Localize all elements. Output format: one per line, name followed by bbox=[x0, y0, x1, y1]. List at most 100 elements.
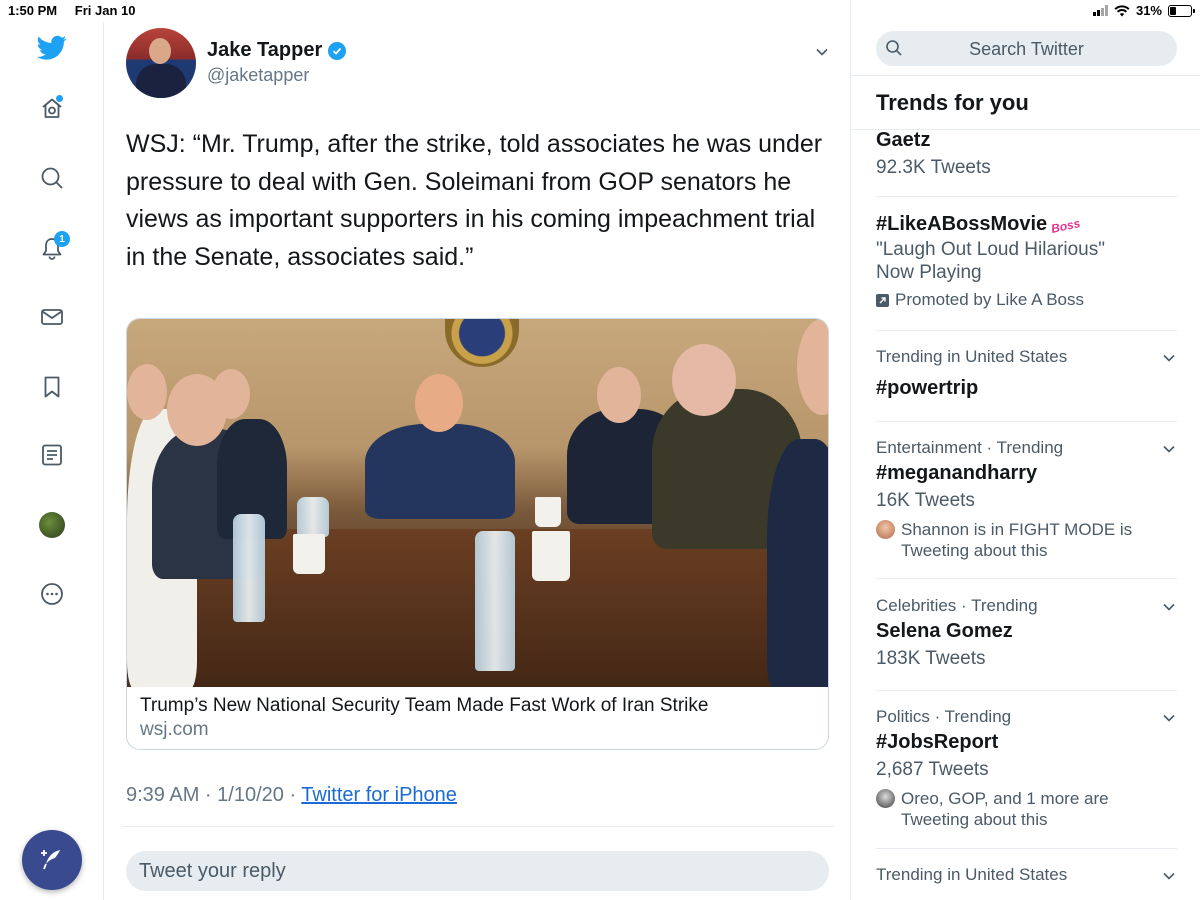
nav-more[interactable] bbox=[32, 574, 72, 614]
presidential-seal bbox=[445, 319, 519, 367]
trend-name: #LikeABossMovie bbox=[876, 213, 1048, 235]
tweet-source-link[interactable]: Twitter for iPhone bbox=[301, 784, 457, 806]
nav-lists[interactable] bbox=[32, 435, 72, 475]
social-line: Oreo, GOP, and 1 more are bbox=[901, 789, 1109, 808]
link-card[interactable]: Trump’s New National Security Team Made … bbox=[126, 318, 829, 750]
tweet-detail: Jake Tapper @jaketapper WSJ: “Mr. Trump,… bbox=[104, 22, 850, 900]
compose-tweet-icon bbox=[41, 850, 60, 870]
chevron-down-icon[interactable] bbox=[1161, 599, 1177, 615]
divider bbox=[876, 330, 1177, 331]
coffee-cup bbox=[293, 534, 325, 574]
twitter-bird-icon bbox=[37, 35, 67, 60]
nav-profile[interactable] bbox=[32, 505, 72, 545]
avatar-face bbox=[149, 38, 171, 64]
social-line: Shannon is in FIGHT MODE is bbox=[901, 520, 1133, 539]
nav-bookmarks[interactable] bbox=[32, 367, 72, 407]
author-avatar[interactable] bbox=[126, 28, 196, 98]
trend-context: Trending in United States bbox=[876, 347, 1068, 366]
card-image bbox=[127, 319, 828, 687]
person-head bbox=[415, 374, 463, 432]
water-bottle bbox=[475, 531, 515, 671]
trend-count: 16K Tweets bbox=[876, 490, 975, 511]
left-nav: 1 bbox=[0, 22, 104, 900]
trend-item-partial[interactable]: Trending in United States bbox=[876, 864, 1177, 886]
trend-name: #JobsReport bbox=[876, 731, 999, 753]
profile-avatar bbox=[39, 512, 65, 538]
trend-description: Now Playing bbox=[876, 262, 982, 283]
promoted-icon bbox=[876, 293, 889, 307]
coffee-cup bbox=[532, 531, 570, 581]
status-time: 1:50 PM bbox=[8, 3, 58, 18]
author-handle[interactable]: @jaketapper bbox=[207, 65, 309, 86]
divider bbox=[122, 826, 834, 827]
more-icon bbox=[41, 583, 63, 605]
divider bbox=[876, 578, 1177, 579]
compose-tweet-button[interactable] bbox=[22, 830, 82, 890]
user-avatar-icon bbox=[876, 789, 895, 808]
promoted-label: Promoted by Like A Boss bbox=[876, 290, 1177, 310]
status-left: 1:50 PM Fri Jan 10 bbox=[8, 3, 135, 18]
trend-item-jobsreport[interactable]: Politics · Trending #JobsReport 2,687 Tw… bbox=[876, 706, 1177, 830]
chevron-down-icon[interactable] bbox=[1161, 710, 1177, 726]
trend-name-row: #LikeABossMovie Boss bbox=[876, 210, 1177, 238]
trend-social-context: Oreo, GOP, and 1 more are Tweeting about … bbox=[876, 788, 1177, 830]
person-head bbox=[212, 369, 250, 419]
trend-social-context: Shannon is in FIGHT MODE is Tweeting abou… bbox=[876, 519, 1177, 561]
trend-item-selena-gomez[interactable]: Celebrities · Trending Selena Gomez 183K… bbox=[876, 595, 1177, 673]
reply-input[interactable]: Tweet your reply bbox=[126, 851, 829, 891]
nav-notifications[interactable]: 1 bbox=[32, 228, 72, 268]
trend-count: 2,687 Tweets bbox=[876, 759, 989, 780]
tweet-menu-chevron-down-icon[interactable] bbox=[814, 44, 830, 65]
notifications-badge: 1 bbox=[54, 231, 70, 247]
trend-name: #powertrip bbox=[876, 377, 979, 399]
nav-explore[interactable] bbox=[32, 158, 72, 198]
tweet-timestamp: 9:39 AM · 1/10/20 · Twitter for iPhone bbox=[126, 784, 457, 807]
chevron-down-icon[interactable] bbox=[1161, 350, 1177, 366]
nav-messages[interactable] bbox=[32, 297, 72, 337]
trend-context: Politics · Trending bbox=[876, 707, 1012, 726]
trend-count: 92.3K Tweets bbox=[876, 157, 991, 178]
trend-item-gaetz[interactable]: Gaetz 92.3K Tweets bbox=[876, 126, 1177, 182]
social-text: Oreo, GOP, and 1 more are Tweeting about … bbox=[901, 788, 1109, 830]
user-avatar-icon bbox=[876, 520, 895, 539]
trend-item-meganandharry[interactable]: Entertainment · Trending #meganandharry … bbox=[876, 437, 1177, 561]
search-placeholder: Search Twitter bbox=[969, 39, 1084, 59]
search-icon bbox=[41, 167, 63, 189]
promoted-text: Promoted by Like A Boss bbox=[895, 290, 1084, 309]
search-input[interactable]: Search Twitter bbox=[876, 31, 1177, 66]
person-center bbox=[365, 424, 515, 519]
trend-context: Trending in United States bbox=[876, 865, 1068, 884]
right-sidebar: Search Twitter Trends for you Gaetz 92.3… bbox=[850, 0, 1200, 900]
home-new-dot bbox=[56, 95, 63, 102]
nav-home[interactable] bbox=[32, 88, 72, 128]
person-right bbox=[767, 439, 828, 687]
trend-context: Entertainment · Trending bbox=[876, 438, 1064, 457]
coffee-cup bbox=[535, 497, 561, 527]
social-line: Tweeting about this bbox=[901, 541, 1048, 560]
author-name-row[interactable]: Jake Tapper bbox=[207, 39, 347, 62]
person-head bbox=[672, 344, 736, 416]
card-title: Trump’s New National Security Team Made … bbox=[140, 695, 709, 716]
divider bbox=[876, 848, 1177, 849]
divider bbox=[876, 196, 1177, 197]
chevron-down-icon[interactable] bbox=[1161, 441, 1177, 457]
bookmark-icon bbox=[44, 376, 60, 398]
trend-context: Celebrities · Trending bbox=[876, 596, 1038, 615]
verified-badge-icon bbox=[328, 41, 347, 60]
trend-name: Gaetz bbox=[876, 129, 931, 151]
water-bottle bbox=[233, 514, 265, 622]
envelope-icon bbox=[41, 309, 63, 325]
chevron-down-icon[interactable] bbox=[1161, 868, 1177, 884]
person-head bbox=[127, 364, 167, 420]
trend-item-promoted[interactable]: #LikeABossMovie Boss "Laugh Out Loud Hila… bbox=[876, 210, 1177, 310]
trend-name: #meganandharry bbox=[876, 462, 1038, 484]
lists-icon bbox=[42, 444, 62, 466]
status-date: Fri Jan 10 bbox=[74, 3, 136, 18]
twitter-logo[interactable] bbox=[32, 28, 72, 68]
trend-count: 183K Tweets bbox=[876, 648, 986, 669]
social-text: Shannon is in FIGHT MODE is Tweeting abou… bbox=[901, 519, 1132, 561]
person-head bbox=[797, 319, 828, 415]
trends-heading: Trends for you bbox=[876, 90, 1029, 115]
divider bbox=[851, 75, 1200, 76]
trend-item-powertrip[interactable]: Trending in United States #powertrip bbox=[876, 346, 1177, 402]
